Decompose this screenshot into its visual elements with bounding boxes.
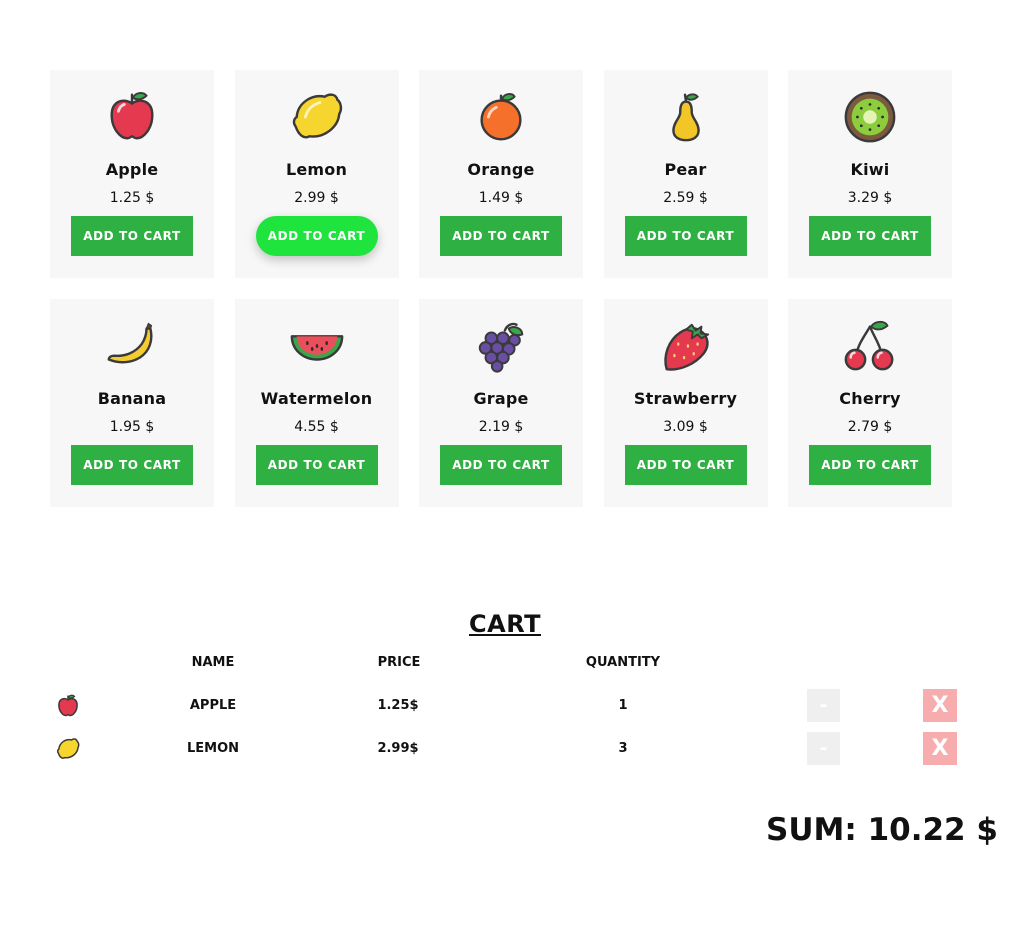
product-card-grape: Grape 2.19 $ ADD TO CART (419, 299, 583, 507)
product-grid: Apple 1.25 $ ADD TO CART Lemon 2.99 $ AD… (50, 70, 952, 507)
product-name: Watermelon (260, 389, 373, 408)
cart-item-name: LEMON (186, 741, 240, 756)
lemon-icon (55, 736, 81, 762)
cart-sum: SUM: 10.22 $ (766, 812, 998, 848)
add-to-cart-button-kiwi[interactable]: ADD TO CART (809, 216, 931, 256)
cherry-icon (788, 317, 952, 375)
product-price: 1.25 $ (109, 190, 155, 206)
product-name: Banana (97, 389, 167, 408)
cart-item-quantity: 1 (618, 698, 628, 713)
product-name: Grape (473, 389, 529, 408)
cart-header-quantity: QUANTITY (585, 655, 661, 670)
cart-title: CART (469, 610, 541, 638)
decrease-quantity-button[interactable]: - (807, 732, 840, 765)
add-to-cart-button-orange[interactable]: ADD TO CART (440, 216, 562, 256)
cart-row: LEMON 2.99$ 3 - X (0, 732, 1010, 766)
product-price: 1.49 $ (478, 190, 524, 206)
product-card-apple: Apple 1.25 $ ADD TO CART (50, 70, 214, 278)
product-name: Strawberry (633, 389, 738, 408)
apple-icon (55, 693, 81, 719)
cart-header-name: NAME (191, 655, 235, 670)
product-price: 3.29 $ (847, 190, 893, 206)
product-price: 1.95 $ (109, 419, 155, 435)
product-card-pear: Pear 2.59 $ ADD TO CART (603, 70, 768, 278)
cart-item-price: 1.25$ (377, 698, 419, 713)
cart-row: APPLE 1.25$ 1 - X (0, 689, 1010, 723)
add-to-cart-button-apple[interactable]: ADD TO CART (71, 216, 193, 256)
cart-item-name: APPLE (189, 698, 237, 713)
product-card-strawberry: Strawberry 3.09 $ ADD TO CART (603, 299, 768, 507)
add-to-cart-button-lemon[interactable]: ADD TO CART (255, 216, 378, 256)
add-to-cart-button-cherry[interactable]: ADD TO CART (809, 445, 931, 485)
grape-icon (419, 317, 583, 375)
pear-icon (604, 88, 768, 146)
add-to-cart-button-grape[interactable]: ADD TO CART (440, 445, 562, 485)
cart-item-quantity: 3 (618, 741, 628, 756)
product-card-watermelon: Watermelon 4.55 $ ADD TO CART (234, 299, 399, 507)
remove-item-button[interactable]: X (923, 732, 957, 765)
product-card-banana: Banana 1.95 $ ADD TO CART (50, 299, 214, 507)
product-card-kiwi: Kiwi 3.29 $ ADD TO CART (788, 70, 952, 278)
product-card-orange: Orange 1.49 $ ADD TO CART (419, 70, 583, 278)
decrease-quantity-button[interactable]: - (807, 689, 840, 722)
add-to-cart-button-banana[interactable]: ADD TO CART (71, 445, 193, 485)
add-to-cart-button-strawberry[interactable]: ADD TO CART (624, 445, 747, 485)
apple-icon (50, 88, 214, 146)
product-price: 4.55 $ (294, 419, 339, 435)
product-name: Kiwi (850, 160, 890, 179)
banana-icon (50, 317, 214, 375)
product-price: 2.99 $ (294, 190, 339, 206)
add-to-cart-button-watermelon[interactable]: ADD TO CART (255, 445, 378, 485)
product-name: Cherry (839, 389, 901, 408)
cart-header-price: PRICE (377, 655, 421, 670)
cart-item-price: 2.99$ (377, 741, 419, 756)
strawberry-icon (604, 317, 768, 375)
product-name: Apple (105, 160, 159, 179)
product-price: 2.79 $ (847, 419, 893, 435)
remove-item-button[interactable]: X (923, 689, 957, 722)
product-price: 2.19 $ (478, 419, 524, 435)
product-card-lemon: Lemon 2.99 $ ADD TO CART (234, 70, 399, 278)
product-card-cherry: Cherry 2.79 $ ADD TO CART (788, 299, 952, 507)
kiwi-icon (788, 88, 952, 146)
product-name: Lemon (285, 160, 348, 179)
product-name: Orange (467, 160, 535, 179)
product-price: 2.59 $ (663, 190, 708, 206)
product-price: 3.09 $ (663, 419, 708, 435)
add-to-cart-button-pear[interactable]: ADD TO CART (624, 216, 747, 256)
orange-icon (419, 88, 583, 146)
lemon-icon (235, 88, 399, 146)
product-name: Pear (664, 160, 707, 179)
watermelon-icon (235, 317, 399, 375)
